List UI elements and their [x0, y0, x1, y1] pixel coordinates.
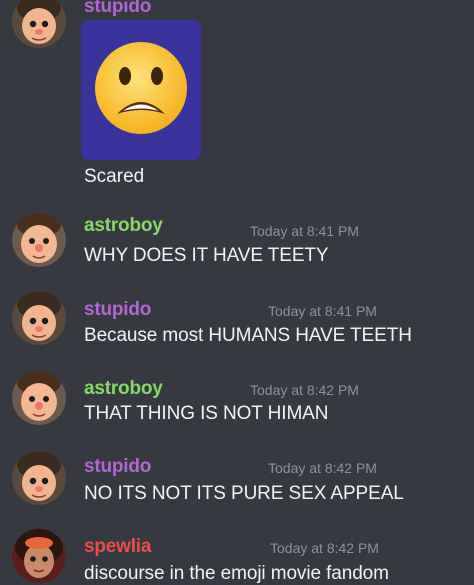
anguished-face-emoji-icon — [95, 42, 187, 134]
message-item: astroboy Today at 8:41 PM WHY DOES IT HA… — [0, 205, 474, 283]
message-item: stupido Today at 8:42 PM NO ITS NOT ITS … — [0, 445, 474, 523]
boy-avatar-icon — [12, 0, 66, 48]
timestamp: Today at 8:42 PM — [268, 460, 377, 476]
timestamp: Today at 8:42 PM — [270, 540, 379, 556]
boy-avatar-icon — [12, 291, 66, 345]
timestamp: Today at 8:42 PM — [250, 382, 359, 398]
message-text: THAT THING IS NOT HIMAN — [84, 403, 329, 424]
user-avatar[interactable] — [12, 371, 66, 425]
girl-avatar-icon — [12, 529, 66, 583]
message-text: discourse in the emoji movie fandom — [84, 563, 389, 584]
username[interactable]: stupido — [84, 456, 151, 478]
message-text: NO ITS NOT ITS PURE SEX APPEAL — [84, 483, 404, 504]
username[interactable]: astroboy — [84, 215, 163, 237]
message-item: stupido Today at 8:41 PM Because most HU… — [0, 285, 474, 363]
username[interactable]: astroboy — [84, 378, 163, 400]
user-avatar[interactable] — [12, 451, 66, 505]
username[interactable]: stupido — [84, 0, 151, 18]
username[interactable]: spewlia — [84, 536, 151, 558]
user-avatar[interactable] — [12, 291, 66, 345]
message-item: stupido Scared — [0, 0, 474, 200]
user-avatar[interactable] — [12, 529, 66, 583]
boy-avatar-icon — [12, 451, 66, 505]
message-item: astroboy Today at 8:42 PM THAT THING IS … — [0, 365, 474, 443]
message-item: spewlia Today at 8:42 PM discourse in th… — [0, 525, 474, 585]
message-text: Because most HUMANS HAVE TEETH — [84, 325, 412, 346]
user-avatar[interactable] — [12, 213, 66, 267]
emoji-attachment[interactable] — [81, 20, 201, 160]
timestamp: Today at 8:41 PM — [250, 223, 359, 239]
message-text: WHY DOES IT HAVE TEETY — [84, 245, 329, 266]
user-avatar[interactable] — [12, 0, 66, 48]
username[interactable]: stupido — [84, 299, 151, 321]
timestamp: Today at 8:41 PM — [268, 303, 377, 319]
boy-avatar-icon — [12, 371, 66, 425]
attachment-caption: Scared — [84, 166, 145, 187]
boy-avatar-icon — [12, 213, 66, 267]
